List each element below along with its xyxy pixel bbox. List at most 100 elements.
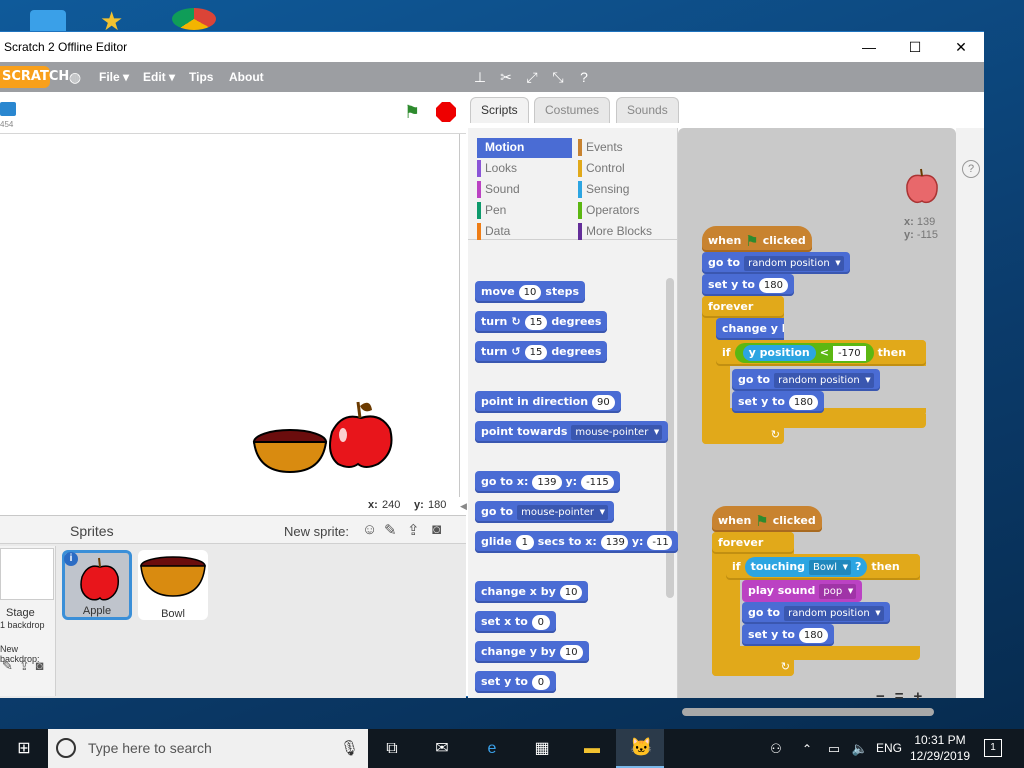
category-motion[interactable]: Motion xyxy=(477,138,572,158)
category-sound[interactable]: Sound xyxy=(477,180,572,200)
apple-thumbnail xyxy=(80,557,120,601)
s1-forever[interactable]: forever xyxy=(702,296,784,318)
sprite-item-bowl[interactable]: Bowl xyxy=(138,550,208,620)
presentation-mode-icon[interactable] xyxy=(0,102,16,116)
search-input: Type here to search xyxy=(88,740,212,756)
volume-icon[interactable]: 🔈 xyxy=(848,737,872,761)
people-icon[interactable]: ⚇ xyxy=(764,737,788,761)
collapse-stage-icon[interactable]: ◀ xyxy=(460,497,468,515)
delete-scissors-icon[interactable]: ✂ xyxy=(497,68,515,86)
microphone-icon[interactable]: 🎙 xyxy=(340,739,359,757)
category-control[interactable]: Control xyxy=(578,159,673,179)
clock[interactable]: 10:31 PM 12/29/2019 xyxy=(905,732,975,764)
green-flag-icon[interactable]: ⚑ xyxy=(404,102,424,122)
block-turn-right[interactable]: turn ↻ 15 degrees xyxy=(475,311,608,333)
turn-left-icon: ↺ xyxy=(511,345,521,358)
s2-play-sound[interactable]: play sound pop xyxy=(742,580,863,602)
desktop-chrome-icon[interactable] xyxy=(172,8,216,30)
windows-start-icon[interactable]: ⊞ xyxy=(12,737,36,761)
sprite-item-apple[interactable]: i Apple xyxy=(62,550,132,620)
notifications-icon[interactable]: 1 xyxy=(984,739,1002,757)
close-icon[interactable]: ✕ xyxy=(938,32,984,62)
s2-forever[interactable]: forever xyxy=(712,532,794,554)
zoom-reset-icon[interactable]: = xyxy=(895,688,914,705)
zoom-in-icon[interactable]: + xyxy=(914,688,933,705)
tab-costumes[interactable]: Costumes xyxy=(534,97,611,123)
category-color-swatch xyxy=(578,181,582,198)
shrink-icon[interactable]: ⤡ xyxy=(549,68,567,86)
store-icon[interactable]: ▦ xyxy=(530,737,554,761)
language-indicator[interactable]: ENG xyxy=(876,741,902,755)
block-change-y[interactable]: change y by 10 xyxy=(475,641,589,663)
s1-set-y-2[interactable]: set y to 180 xyxy=(732,391,825,413)
grow-icon[interactable]: ⤢ xyxy=(523,68,541,86)
block-point-towards[interactable]: point towards mouse-pointer xyxy=(475,421,669,443)
s1-when-flag-clicked[interactable]: when ⚑ clicked xyxy=(702,226,812,252)
tab-scripts[interactable]: Scripts xyxy=(470,97,529,123)
maximize-icon[interactable]: ☐ xyxy=(892,32,938,62)
s2-goto[interactable]: go to random position xyxy=(742,602,890,624)
menu-file[interactable]: File ▾ xyxy=(99,70,129,84)
category-pen[interactable]: Pen xyxy=(477,201,572,221)
upload-icon[interactable]: ⇪ xyxy=(407,521,420,539)
category-operators[interactable]: Operators xyxy=(578,201,673,221)
paint-brush-icon[interactable]: ✎ xyxy=(384,521,397,539)
camera-icon[interactable]: ◙ xyxy=(432,521,441,538)
tray-up-icon[interactable]: ⌃ xyxy=(795,737,819,761)
stage-canvas[interactable] xyxy=(0,134,460,497)
block-goto-xy[interactable]: go to x: 139 y: -115 xyxy=(475,471,620,493)
taskbar-search[interactable]: Type here to search 🎙 xyxy=(48,729,368,768)
help-tips-icon[interactable]: ? xyxy=(962,160,980,178)
tab-sounds[interactable]: Sounds xyxy=(616,97,679,123)
stop-icon[interactable] xyxy=(436,102,456,122)
category-sensing[interactable]: Sensing xyxy=(578,180,673,200)
script-area-scrollbar[interactable] xyxy=(682,708,934,716)
s2-set-y[interactable]: set y to 180 xyxy=(742,624,835,646)
menu-tips[interactable]: Tips xyxy=(189,70,213,84)
menu-about[interactable]: About xyxy=(229,70,264,84)
minimize-icon[interactable]: — xyxy=(846,32,892,62)
network-icon[interactable]: ▭ xyxy=(822,737,846,761)
category-more-blocks[interactable]: More Blocks xyxy=(578,222,673,242)
zoom-out-icon[interactable]: − xyxy=(876,688,895,705)
s1-if[interactable]: if y position < -170 then xyxy=(716,340,926,366)
duplicate-stamp-icon[interactable]: ⊥ xyxy=(471,68,489,86)
scratch-taskbar-button[interactable]: 🐱 xyxy=(616,729,664,768)
window-title: Scratch 2 Offline Editor xyxy=(4,40,128,54)
block-point-direction[interactable]: point in direction 90 xyxy=(475,391,621,413)
file-explorer-icon[interactable]: ▬ xyxy=(580,737,604,761)
stage-backdrops: 1 backdrop xyxy=(0,620,45,630)
category-looks[interactable]: Looks xyxy=(477,159,572,179)
category-color-swatch xyxy=(578,202,582,219)
s2-loop-arrow-icon: ↻ xyxy=(712,660,794,676)
block-glide[interactable]: glide 1 secs to x: 139 y: -11 xyxy=(475,531,678,553)
menu-edit[interactable]: Edit ▾ xyxy=(143,70,175,84)
edge-icon[interactable]: e xyxy=(480,737,504,761)
block-set-y[interactable]: set y to 0 xyxy=(475,671,556,693)
mail-icon[interactable]: ✉ xyxy=(430,737,454,761)
block-move[interactable]: move 10 steps xyxy=(475,281,586,303)
category-data[interactable]: Data xyxy=(477,222,572,242)
s1-goto-2[interactable]: go to random position xyxy=(732,369,880,391)
block-goto[interactable]: go to mouse-pointer xyxy=(475,501,615,523)
sprites-pane: Sprites New sprite: ☺ ✎ ⇪ ◙ Stage 1 back… xyxy=(0,515,466,698)
block-change-x[interactable]: change x by 10 xyxy=(475,581,589,603)
mouse-y: 180 xyxy=(428,499,447,511)
bowl-sprite[interactable] xyxy=(252,429,328,474)
stage-thumbnail[interactable] xyxy=(0,548,54,600)
category-color-swatch xyxy=(578,160,582,177)
s2-if[interactable]: if touchingBowl? then xyxy=(726,554,920,580)
s2-when-flag-clicked[interactable]: when ⚑ clicked xyxy=(712,506,822,532)
block-turn-left[interactable]: turn ↺ 15 degrees xyxy=(475,341,608,363)
backdrop-tools-icon[interactable]: ✎⇪◙ xyxy=(2,658,50,674)
s1-goto[interactable]: go to random position xyxy=(702,252,850,274)
task-view-icon[interactable]: ⧉ xyxy=(380,737,404,761)
sprite-library-icon[interactable]: ☺ xyxy=(362,521,377,538)
script-area[interactable]: x: 139 y: -115 when ⚑ clicked go to random … xyxy=(678,128,956,716)
category-events[interactable]: Events xyxy=(578,138,673,158)
s1-set-y[interactable]: set y to 180 xyxy=(702,274,795,296)
block-set-x[interactable]: set x to 0 xyxy=(475,611,556,633)
apple-sprite[interactable] xyxy=(329,401,393,468)
help-icon[interactable]: ? xyxy=(575,68,593,86)
globe-icon[interactable]: ◍ xyxy=(66,68,84,86)
